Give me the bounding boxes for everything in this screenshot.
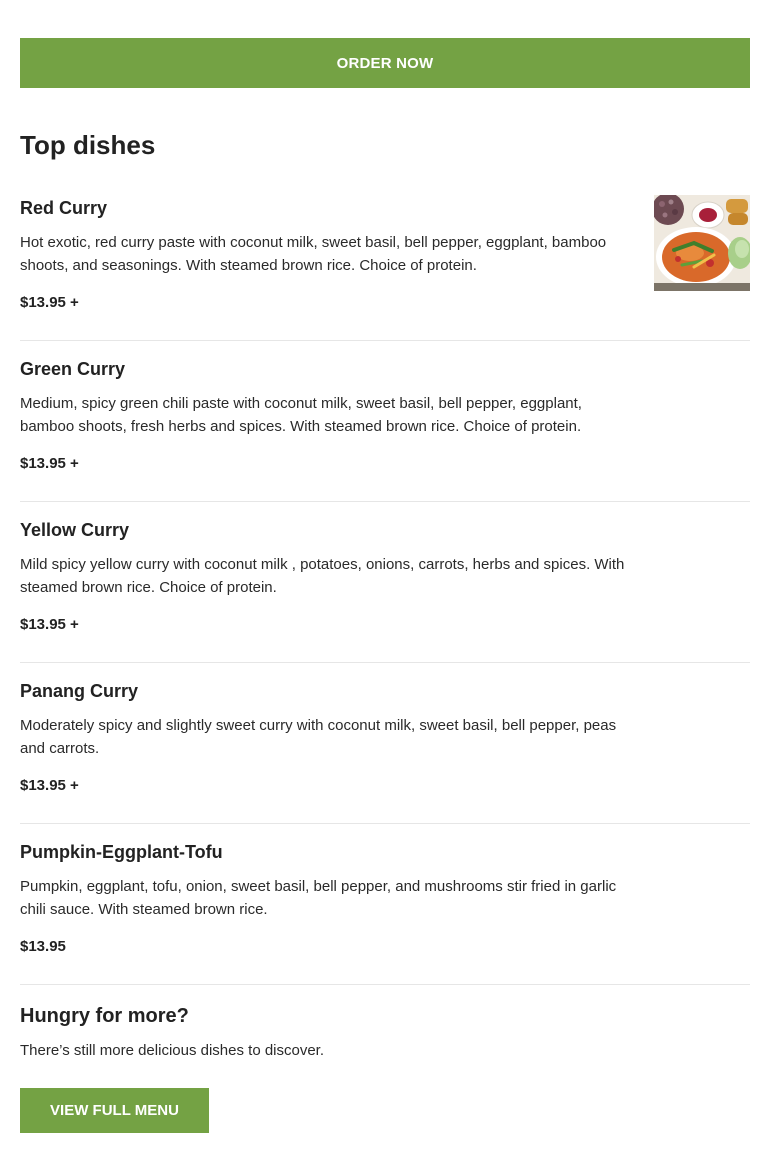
dish-item-red-curry[interactable]: Red Curry Hot exotic, red curry paste wi…: [20, 180, 750, 341]
dish-price: $13.95 +: [20, 616, 79, 633]
dish-description: Moderately spicy and slightly sweet curr…: [20, 717, 617, 757]
dish-description: Pumpkin, eggplant, tofu, onion, sweet ba…: [20, 878, 617, 918]
dish-item-pumpkin-eggplant-tofu[interactable]: Pumpkin-Eggplant-Tofu Pumpkin, eggplant,…: [20, 824, 750, 985]
dish-name: Green Curry: [20, 359, 126, 379]
dish-item-yellow-curry[interactable]: Yellow Curry Mild spicy yellow curry wit…: [20, 502, 750, 663]
dish-price: $13.95: [20, 938, 66, 955]
dish-price: $13.95 +: [20, 777, 79, 794]
more-title: Hungry for more?: [20, 1005, 189, 1027]
dish-item-green-curry[interactable]: Green Curry Medium, spicy green chili pa…: [20, 341, 750, 502]
more-text: There’s still more delicious dishes to d…: [20, 1042, 325, 1059]
dish-description: Medium, spicy green chili paste with coc…: [20, 395, 582, 435]
dish-list: Red Curry Hot exotic, red curry paste wi…: [20, 180, 750, 985]
dish-item-panang-curry[interactable]: Panang Curry Moderately spicy and slight…: [20, 663, 750, 824]
order-now-button[interactable]: ORDER NOW: [20, 38, 750, 88]
dish-name: Pumpkin-Eggplant-Tofu: [20, 842, 223, 862]
dish-name: Panang Curry: [20, 681, 139, 701]
dish-name: Red Curry: [20, 198, 108, 218]
dish-price: $13.95 +: [20, 455, 79, 472]
dish-name: Yellow Curry: [20, 520, 130, 540]
dish-description: Mild spicy yellow curry with coconut mil…: [20, 556, 625, 596]
dish-price: $13.95 +: [20, 294, 79, 311]
dish-photo[interactable]: [654, 195, 750, 291]
dish-description: Hot exotic, red curry paste with coconut…: [20, 234, 607, 274]
view-full-menu-button[interactable]: VIEW FULL MENU: [20, 1088, 209, 1133]
section-title: Top dishes: [20, 130, 156, 160]
